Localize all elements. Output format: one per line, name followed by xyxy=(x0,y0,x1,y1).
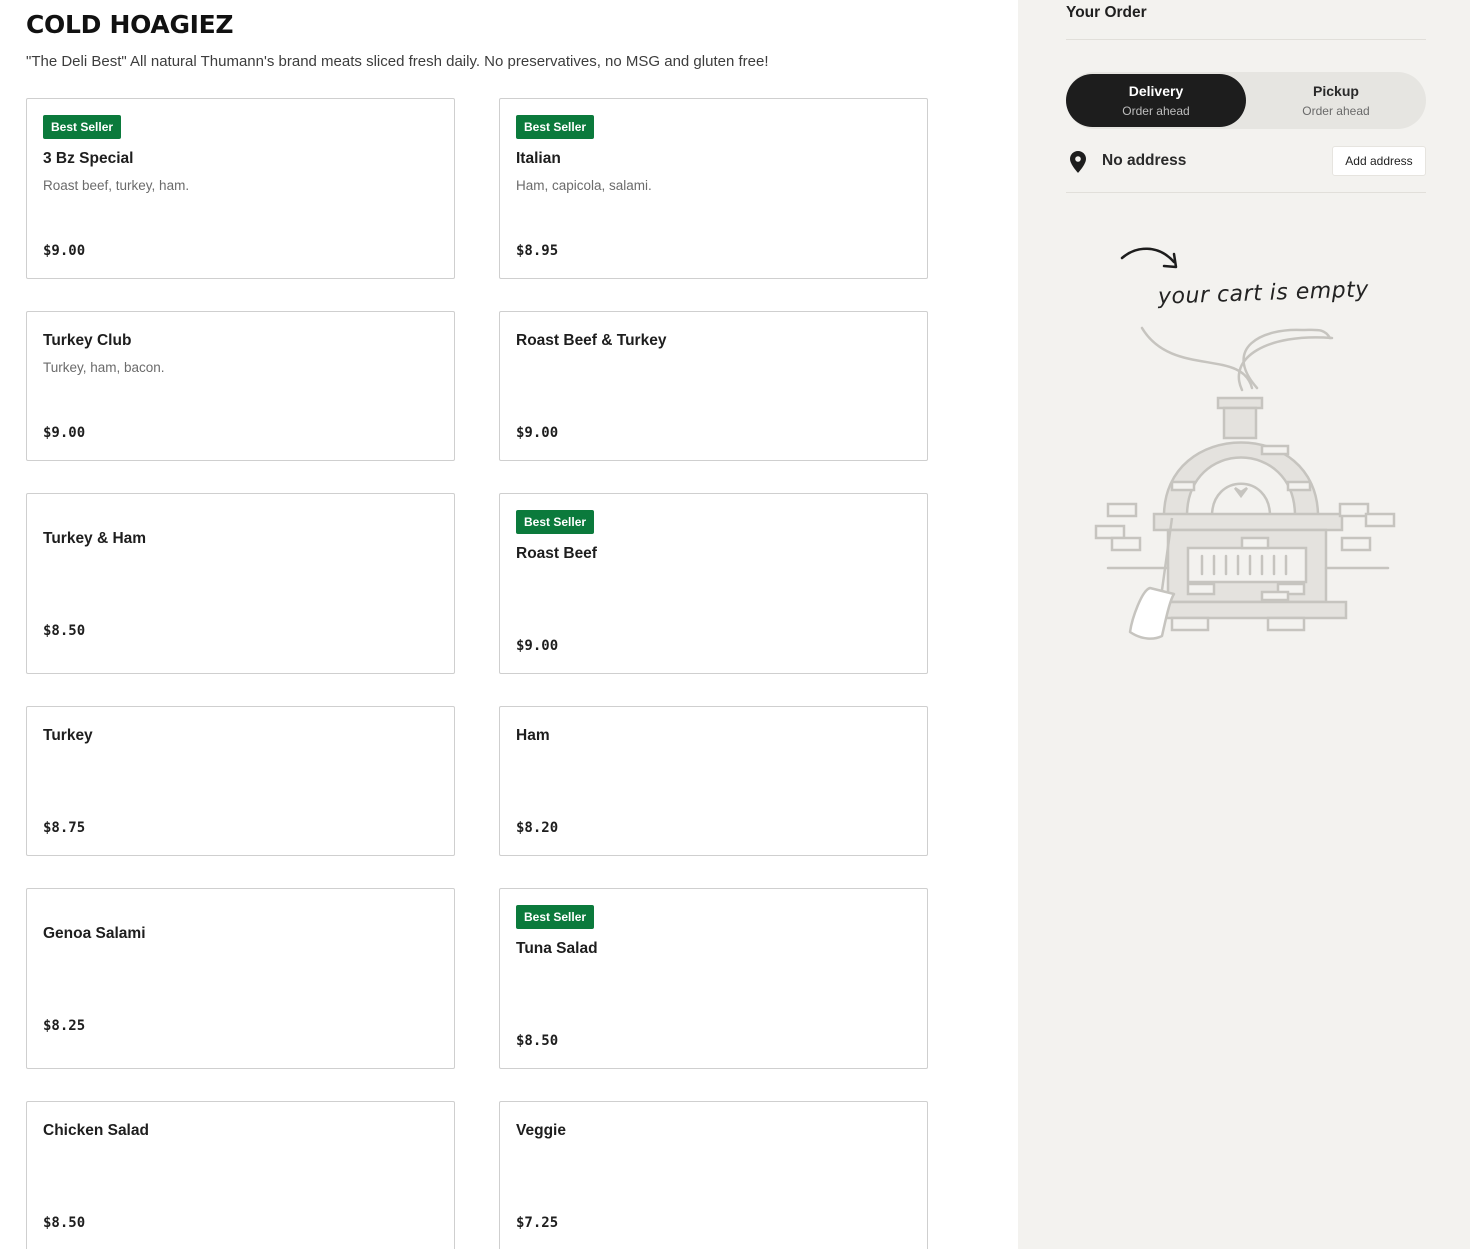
order-title: Your Order xyxy=(1066,4,1147,21)
menu-item-card[interactable]: Best Seller Tuna Salad $8.50 xyxy=(499,888,928,1069)
item-name: Roast Beef & Turkey xyxy=(516,332,667,349)
item-name: Ham xyxy=(516,727,550,744)
pickup-sub: Order ahead xyxy=(1302,104,1370,118)
item-name: Italian xyxy=(516,150,561,167)
item-name: Chicken Salad xyxy=(43,1122,149,1139)
menu-item-card[interactable]: Turkey Club Turkey, ham, bacon. $9.00 xyxy=(26,311,455,461)
menu-item-card[interactable]: Ham $8.20 xyxy=(499,706,928,856)
item-name: Roast Beef xyxy=(516,545,597,562)
section-description: "The Deli Best" All natural Thumann's br… xyxy=(26,53,769,70)
best-seller-badge: Best Seller xyxy=(43,115,122,139)
pickup-label: Pickup xyxy=(1313,83,1359,99)
item-price: $9.00 xyxy=(43,425,86,441)
menu-item-card[interactable]: Turkey $8.75 xyxy=(26,706,455,856)
menu-item-card[interactable]: Best Seller 3 Bz Special Roast beef, tur… xyxy=(26,98,455,279)
fulfillment-toggle: Delivery Order ahead Pickup Order ahead xyxy=(1066,72,1426,129)
item-name: Turkey xyxy=(43,727,93,744)
item-price: $8.25 xyxy=(43,1018,86,1034)
item-price: $8.50 xyxy=(43,623,86,639)
menu-item-card[interactable]: Veggie $7.25 xyxy=(499,1101,928,1249)
menu-item-card[interactable]: Genoa Salami $8.25 xyxy=(26,888,455,1069)
item-name: Genoa Salami xyxy=(43,925,146,942)
menu-item-card[interactable]: Turkey & Ham $8.50 xyxy=(26,493,455,674)
section-title: COLD HOAGIEZ xyxy=(26,10,234,39)
item-price: $9.00 xyxy=(516,425,559,441)
item-price: $8.50 xyxy=(43,1215,86,1231)
pizza-oven-illustration xyxy=(1094,326,1396,640)
best-seller-badge: Best Seller xyxy=(516,115,595,139)
item-description: Turkey, ham, bacon. xyxy=(43,360,165,375)
item-price: $8.75 xyxy=(43,820,86,836)
item-description: Roast beef, turkey, ham. xyxy=(43,178,190,193)
delivery-sub: Order ahead xyxy=(1122,104,1190,118)
order-sidebar: Your Order Delivery Order ahead Pickup O… xyxy=(1018,0,1470,1249)
item-name: Tuna Salad xyxy=(516,940,598,957)
menu-item-card[interactable]: Best Seller Roast Beef $9.00 xyxy=(499,493,928,674)
delivery-option[interactable]: Delivery Order ahead xyxy=(1066,74,1246,127)
item-description: Ham, capicola, salami. xyxy=(516,178,652,193)
item-price: $8.95 xyxy=(516,243,559,259)
item-price: $8.50 xyxy=(516,1033,559,1049)
item-price: $7.25 xyxy=(516,1215,559,1231)
item-price: $8.20 xyxy=(516,820,559,836)
menu-item-card[interactable]: Roast Beef & Turkey $9.00 xyxy=(499,311,928,461)
item-name: Turkey Club xyxy=(43,332,132,349)
item-price: $9.00 xyxy=(43,243,86,259)
item-name: Veggie xyxy=(516,1122,566,1139)
best-seller-badge: Best Seller xyxy=(516,510,595,534)
menu-item-card[interactable]: Best Seller Italian Ham, capicola, salam… xyxy=(499,98,928,279)
map-pin-icon xyxy=(1070,151,1086,173)
item-price: $9.00 xyxy=(516,638,559,654)
divider xyxy=(1066,192,1426,193)
best-seller-badge: Best Seller xyxy=(516,905,595,929)
divider xyxy=(1066,39,1426,40)
address-status: No address xyxy=(1102,152,1187,169)
delivery-label: Delivery xyxy=(1128,83,1184,99)
menu-item-card[interactable]: Chicken Salad $8.50 xyxy=(26,1101,455,1249)
pickup-option[interactable]: Pickup Order ahead xyxy=(1246,74,1426,127)
add-address-button[interactable]: Add address xyxy=(1332,146,1426,176)
item-name: Turkey & Ham xyxy=(43,530,147,547)
menu-section: COLD HOAGIEZ "The Deli Best" All natural… xyxy=(0,0,1018,1249)
item-name: 3 Bz Special xyxy=(43,150,134,167)
